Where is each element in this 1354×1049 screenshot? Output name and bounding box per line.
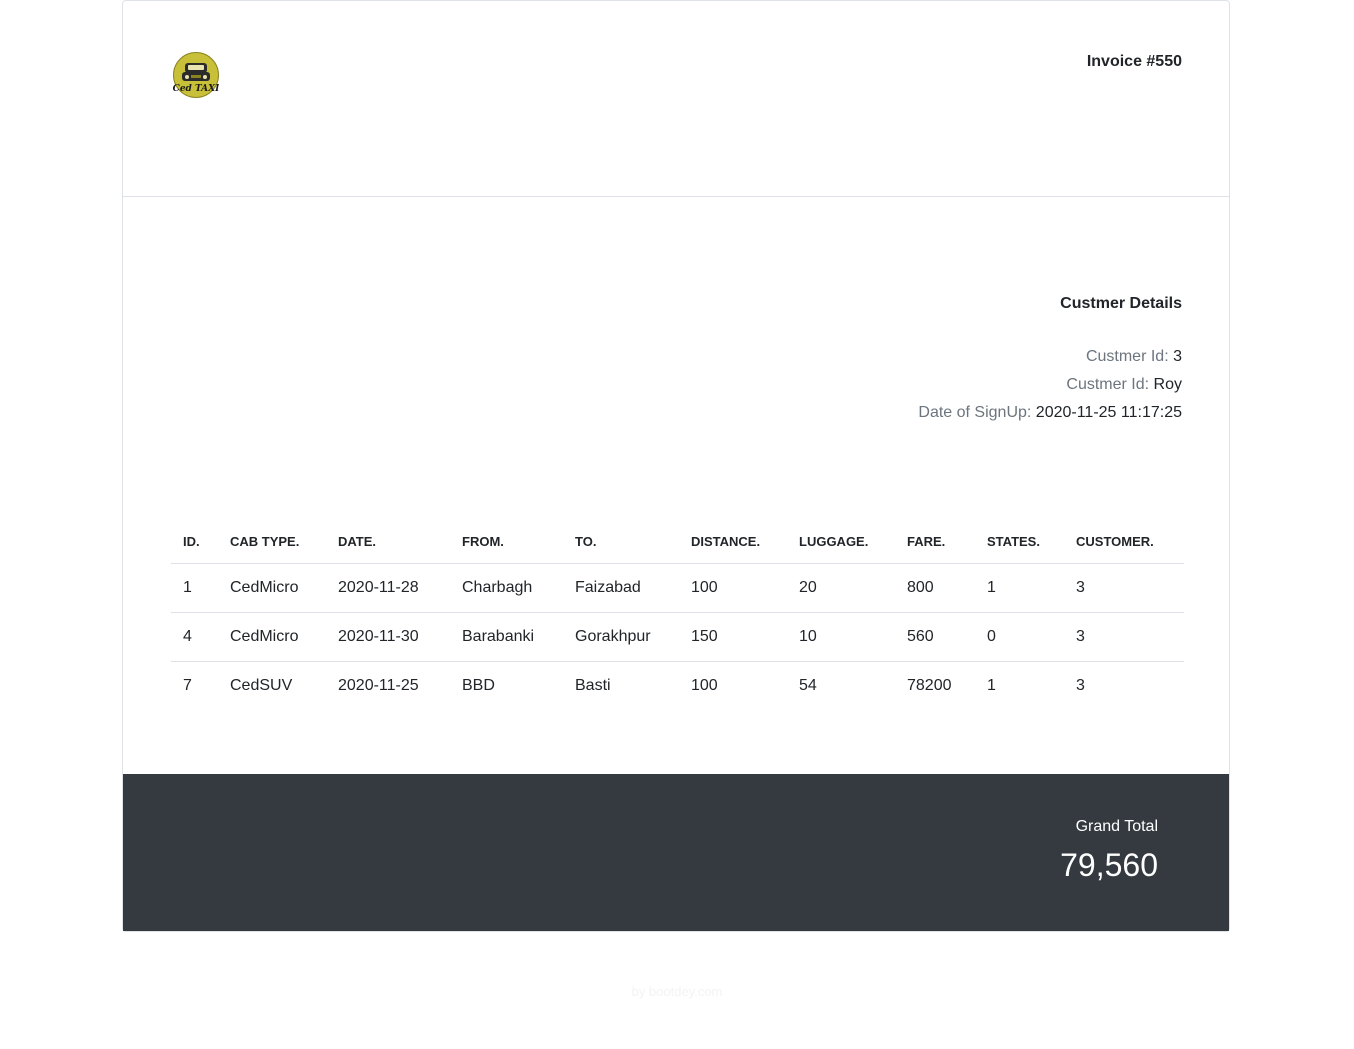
cell-to: Gorakhpur (563, 612, 679, 662)
cell-states: 1 (975, 563, 1064, 613)
col-header-date: DATE. (326, 521, 450, 564)
cell-cab-type: CedMicro (218, 612, 326, 662)
cell-cab-type: CedSUV (230, 677, 293, 694)
cell-customer: 3 (1064, 563, 1184, 613)
col-header-cab-type: CAB TYPE. (218, 521, 326, 564)
svg-text:Ced TAXI: Ced TAXI (173, 84, 219, 94)
cell-distance: 100 (679, 563, 787, 613)
invoice-title: Invoice #550 (1086, 53, 1182, 70)
cell-luggage: 10 (787, 612, 895, 662)
signup-date-row: Date of SignUp: 2020-11-25 11:17:25 (918, 399, 1182, 427)
cell-date: 2020-11-28 (326, 563, 450, 613)
signup-date-value: 2020-11-25 11:17:25 (1035, 404, 1182, 421)
rides-table: ID. CAB TYPE. DATE. FROM. TO. DISTANCE. … (171, 521, 1184, 710)
signup-date-label: Date of SignUp: (918, 404, 1032, 421)
col-header-fare: FARE. (895, 521, 975, 564)
table-row: 4 CedMicro 2020-11-30 Barabanki Gorakhpu… (171, 612, 1184, 662)
customer-id-value: 3 (1173, 348, 1182, 365)
cell-distance: 150 (679, 612, 787, 662)
col-header-states: STATES. (975, 521, 1064, 564)
cell-luggage: 54 (799, 677, 817, 694)
cell-id: 4 (171, 612, 218, 662)
col-header-customer: CUSTOMER. (1064, 521, 1184, 564)
cell-date: 2020-11-25 (338, 677, 419, 694)
invoice-card: Ced TAXI Invoice #550 Custmer Details Cu… (122, 0, 1230, 932)
customer-name-row: Custmer Id: Roy (918, 371, 1182, 399)
cell-customer: 3 (1076, 677, 1085, 694)
table-row: 7 CedSUV 2020-11-25 BBD Basti 100 54 782… (171, 662, 1184, 711)
customer-details-heading: Custmer Details (1060, 295, 1182, 312)
cell-date: 2020-11-30 (326, 612, 450, 662)
cell-distance: 100 (691, 677, 718, 694)
cell-id: 1 (171, 563, 218, 613)
col-header-to: TO. (563, 521, 679, 564)
cell-from: Barabanki (450, 612, 563, 662)
cell-from: BBD (462, 677, 495, 694)
col-header-luggage: LUGGAGE. (787, 521, 895, 564)
cell-to: Faizabad (563, 563, 679, 613)
cell-fare: 800 (895, 563, 975, 613)
cell-states: 0 (975, 612, 1064, 662)
cell-customer: 3 (1064, 612, 1184, 662)
table-header-row: ID. CAB TYPE. DATE. FROM. TO. DISTANCE. … (171, 521, 1184, 564)
customer-name-value: Roy (1153, 376, 1182, 393)
customer-id-label: Custmer Id: (1085, 348, 1169, 365)
invoice-header: Ced TAXI Invoice #550 (123, 1, 1229, 197)
cell-states: 1 (987, 677, 996, 694)
invoice-footer: Grand Total 79,560 (123, 774, 1229, 931)
grand-total-label: Grand Total (1075, 818, 1158, 835)
customer-id-row: Custmer Id: 3 (918, 343, 1182, 371)
taxi-logo-icon: Ced TAXI (173, 52, 219, 98)
cell-luggage: 20 (787, 563, 895, 613)
col-header-from: FROM. (450, 521, 563, 564)
col-header-distance: DISTANCE. (679, 521, 787, 564)
cell-id: 7 (183, 677, 192, 694)
table-row: 1 CedMicro 2020-11-28 Charbagh Faizabad … (171, 563, 1184, 613)
cell-cab-type: CedMicro (218, 563, 326, 613)
cell-fare: 78200 (907, 677, 952, 694)
col-header-id: ID. (171, 521, 218, 564)
cell-fare: 560 (895, 612, 975, 662)
cell-to: Basti (575, 677, 611, 694)
cell-from: Charbagh (450, 563, 563, 613)
credit-link[interactable]: by bootdey.com (0, 984, 1354, 999)
customer-name-label: Custmer Id: (1066, 376, 1150, 393)
grand-total-value: 79,560 (1060, 847, 1158, 883)
customer-details: Custmer Details Custmer Id: 3 Custmer Id… (918, 295, 1182, 427)
